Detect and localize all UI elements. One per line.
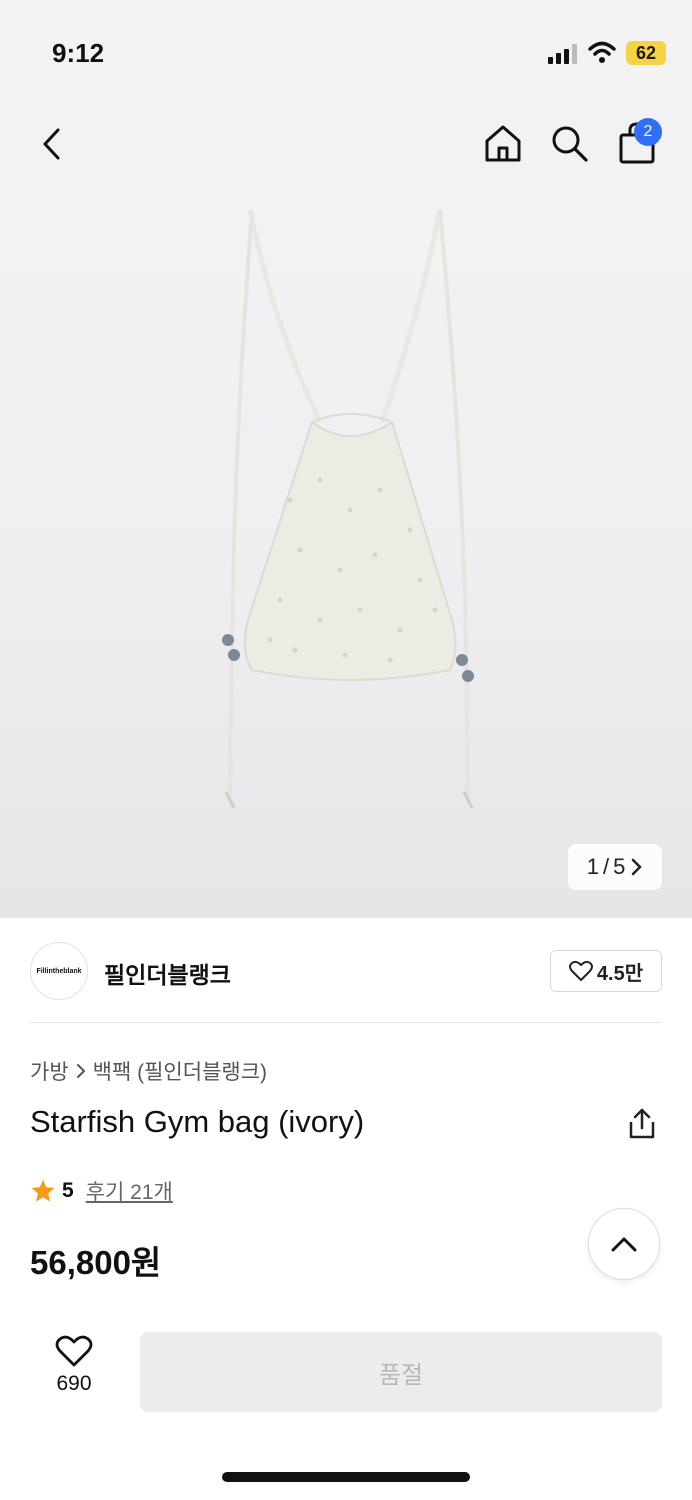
home-button[interactable] bbox=[480, 120, 526, 166]
wish-button[interactable]: 690 bbox=[34, 1334, 114, 1414]
wifi-icon bbox=[588, 41, 616, 63]
battery-badge: 62 bbox=[626, 41, 666, 65]
status-time: 9:12 bbox=[52, 38, 105, 68]
chevron-up-icon bbox=[611, 1237, 637, 1252]
home-icon bbox=[485, 125, 521, 162]
brand-like-count: 4.5만 bbox=[596, 962, 644, 985]
back-button[interactable] bbox=[30, 122, 74, 166]
product-title: Starfish Gym bag (ivory) bbox=[30, 1104, 365, 1139]
heart-icon bbox=[55, 1335, 93, 1367]
image-pager[interactable]: 1 / 5 bbox=[568, 844, 662, 890]
scroll-to-top-button[interactable] bbox=[588, 1208, 660, 1280]
brand-logo-text: Fillintheblank bbox=[36, 967, 82, 975]
share-icon bbox=[629, 1108, 655, 1139]
chevron-right-icon bbox=[76, 1064, 86, 1078]
brand-like-button[interactable]: 4.5만 bbox=[550, 950, 662, 992]
search-button[interactable] bbox=[546, 120, 592, 166]
status-bar: 9:12 62 bbox=[0, 0, 692, 100]
chevron-right-icon bbox=[632, 858, 643, 876]
sold-out-button: 품절 bbox=[140, 1332, 662, 1412]
wish-count: 690 bbox=[56, 1372, 92, 1395]
brand-row: Fillintheblank 필인더블랭크 4.5만 bbox=[30, 940, 662, 1002]
bottom-action-bar: 690 품절 bbox=[0, 1316, 692, 1436]
brand-logo[interactable]: Fillintheblank bbox=[30, 942, 88, 1000]
product-hero: 9:12 62 2 1 / 5 bbox=[0, 0, 692, 918]
brand-name[interactable]: 필인더블랭크 bbox=[104, 956, 231, 990]
breadcrumb-category[interactable]: 가방 bbox=[30, 1056, 69, 1086]
home-indicator bbox=[222, 1472, 470, 1482]
rating-row: 5 후기 21개 bbox=[30, 1176, 173, 1206]
divider bbox=[30, 1022, 662, 1023]
pager-current: 1 bbox=[586, 854, 599, 879]
cart-count-badge: 2 bbox=[634, 118, 662, 146]
product-price: 56,800원 bbox=[30, 1244, 162, 1281]
pager-total: 5 bbox=[613, 854, 626, 879]
chevron-left-icon bbox=[43, 128, 60, 160]
breadcrumb: 가방 백팩 (필인더블랭크) bbox=[30, 1056, 267, 1086]
search-icon bbox=[552, 126, 588, 162]
product-image[interactable] bbox=[200, 200, 492, 830]
pager-separator: / bbox=[602, 854, 610, 879]
heart-icon bbox=[568, 960, 593, 981]
breadcrumb-subcategory[interactable]: 백팩 (필인더블랭크) bbox=[93, 1056, 267, 1086]
share-button[interactable] bbox=[624, 1106, 660, 1142]
signal-icon bbox=[548, 44, 577, 64]
rating-value: 5 bbox=[62, 1179, 74, 1202]
star-icon bbox=[31, 1179, 55, 1202]
review-link[interactable]: 후기 21개 bbox=[86, 1176, 173, 1206]
